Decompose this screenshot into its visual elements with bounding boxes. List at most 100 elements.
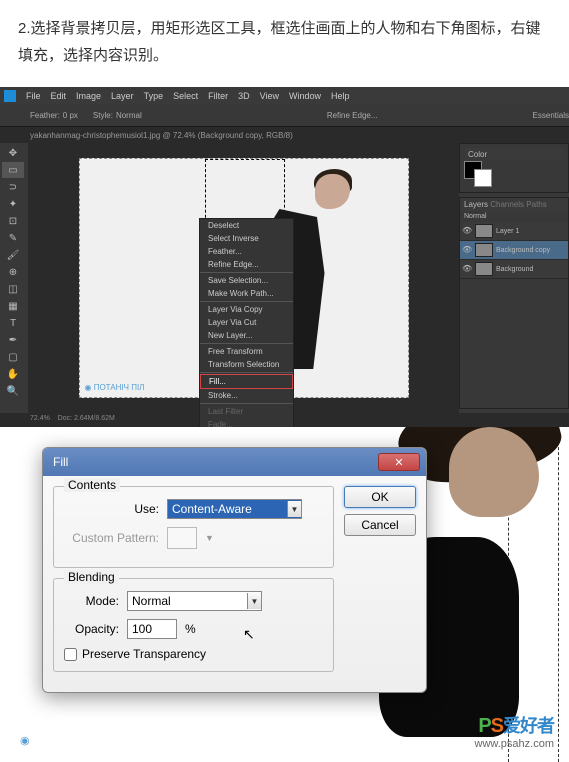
eye-icon[interactable]: 👁 [462, 264, 472, 274]
style-value[interactable]: Normal [116, 111, 142, 120]
layer-row-bg-copy[interactable]: 👁 Background copy [460, 241, 568, 260]
photoshop-window: File Edit Image Layer Type Select Filter… [0, 87, 569, 427]
menu-layer-via-cut[interactable]: Layer Via Cut [200, 316, 293, 329]
lasso-tool[interactable]: ⊃ [2, 179, 24, 195]
blending-fieldset: Blending Mode: Normal ▼ Opacity: % [53, 578, 334, 672]
menu-file[interactable]: File [26, 91, 41, 101]
layers-panel: Layers Channels Paths Normal 👁 Layer 1 👁… [459, 197, 569, 409]
eraser-tool[interactable]: ◫ [2, 281, 24, 297]
color-panel-header: Color [464, 148, 564, 161]
menu-stroke[interactable]: Stroke... [200, 389, 293, 402]
canvas-watermark: ◉ ПОТАНІЧ ПІЛ [85, 383, 145, 392]
fill-dialog: Fill ✕ Contents Use: Content-Aware ▼ Cus… [42, 447, 427, 693]
menu-feather[interactable]: Feather... [200, 245, 293, 258]
menu-deselect[interactable]: Deselect [200, 219, 293, 232]
menu-refine-edge[interactable]: Refine Edge... [200, 258, 293, 271]
feather-label: Feather: [30, 111, 60, 120]
opacity-unit: % [185, 622, 196, 636]
options-bar: Feather:0 px Style:Normal Refine Edge...… [0, 105, 569, 127]
chevron-down-icon: ▼ [247, 593, 261, 609]
instruction-text: 2.选择背景拷贝层，用矩形选区工具，框选住画面上的人物和右下角图标，右键填充，选… [0, 0, 569, 87]
panels-area: Color Layers Channels Paths Normal 👁 Lay… [459, 143, 569, 413]
menu-3d[interactable]: 3D [238, 91, 250, 101]
background-color[interactable] [474, 169, 492, 187]
crop-tool[interactable]: ⊡ [2, 213, 24, 229]
site-url: www.psahz.com [475, 738, 554, 750]
site-watermark: PS爱好者 www.psahz.com [475, 712, 554, 750]
menu-fade: Fade... [200, 418, 293, 427]
menu-new-layer[interactable]: New Layer... [200, 329, 293, 342]
doc-size: Doc: 2.64M/8.62M [58, 415, 115, 422]
pattern-swatch [167, 527, 197, 549]
contents-legend: Contents [64, 478, 120, 492]
eye-icon[interactable]: 👁 [462, 226, 472, 236]
menu-window[interactable]: Window [289, 91, 321, 101]
menu-items: File Edit Image Layer Type Select Filter… [26, 91, 350, 101]
use-dropdown[interactable]: Content-Aware ▼ [167, 499, 302, 519]
menu-layer[interactable]: Layer [111, 91, 134, 101]
chevron-down-icon: ▼ [287, 501, 301, 517]
dialog-titlebar[interactable]: Fill ✕ [43, 448, 426, 476]
text-tool[interactable]: T [2, 315, 24, 331]
feather-value[interactable]: 0 px [63, 111, 78, 120]
blend-mode[interactable]: Normal [460, 211, 568, 222]
close-button[interactable]: ✕ [378, 453, 420, 471]
canvas-area: ◉ ПОТАНІЧ ПІЛ Deselect Select Inverse Fe… [28, 143, 459, 413]
menu-layer-via-copy[interactable]: Layer Via Copy [200, 303, 293, 316]
eye-icon[interactable]: 👁 [462, 245, 472, 255]
pen-tool[interactable]: ✒ [2, 332, 24, 348]
eyedropper-tool[interactable]: ✎ [2, 230, 24, 246]
preserve-label: Preserve Transparency [82, 647, 206, 661]
menu-select-inverse[interactable]: Select Inverse [200, 232, 293, 245]
tools-panel: ✥ ▭ ⊃ ✦ ⊡ ✎ 🖌 ⊕ ◫ ▦ T ✒ ▢ ✋ 🔍 [0, 143, 28, 413]
cancel-button[interactable]: Cancel [344, 514, 416, 536]
menu-bar: File Edit Image Layer Type Select Filter… [0, 87, 569, 105]
menu-select[interactable]: Select [173, 91, 198, 101]
mode-label: Mode: [64, 594, 119, 608]
stamp-tool[interactable]: ⊕ [2, 264, 24, 280]
move-tool[interactable]: ✥ [2, 145, 24, 161]
opacity-input[interactable] [127, 619, 177, 639]
menu-filter[interactable]: Filter [208, 91, 228, 101]
menu-edit[interactable]: Edit [51, 91, 67, 101]
pattern-label: Custom Pattern: [64, 531, 159, 545]
gradient-tool[interactable]: ▦ [2, 298, 24, 314]
menu-free-transform[interactable]: Free Transform [200, 345, 293, 358]
menu-save-selection[interactable]: Save Selection... [200, 274, 293, 287]
menu-image[interactable]: Image [76, 91, 101, 101]
layer-row-bg[interactable]: 👁 Background [460, 260, 568, 279]
marquee-tool[interactable]: ▭ [2, 162, 24, 178]
menu-help[interactable]: Help [331, 91, 350, 101]
hand-tool[interactable]: ✋ [2, 366, 24, 382]
menu-view[interactable]: View [260, 91, 279, 101]
brush-tool[interactable]: 🖌 [2, 247, 24, 263]
color-panel: Color [459, 143, 569, 193]
ok-button[interactable]: OK [344, 486, 416, 508]
selection-edge [558, 427, 559, 762]
opacity-label: Opacity: [64, 622, 119, 636]
use-label: Use: [64, 502, 159, 516]
document-tab[interactable]: yakanhanmag-christophemusiol1.jpg @ 72.4… [30, 131, 293, 140]
screenshot-1: File Edit Image Layer Type Select Filter… [0, 87, 569, 762]
blending-legend: Blending [64, 570, 119, 584]
zoom-tool[interactable]: 🔍 [2, 383, 24, 399]
wand-tool[interactable]: ✦ [2, 196, 24, 212]
menu-last-filter: Last Filter [200, 405, 293, 418]
refine-edge-button[interactable]: Refine Edge... [327, 111, 378, 120]
menu-make-work-path[interactable]: Make Work Path... [200, 287, 293, 300]
dialog-title: Fill [53, 455, 68, 469]
menu-type[interactable]: Type [144, 91, 164, 101]
zoom-level[interactable]: 72.4% [30, 415, 50, 422]
layers-panel-header: Layers Channels Paths [460, 198, 568, 211]
preserve-checkbox[interactable] [64, 648, 77, 661]
canvas-watermark: ◉ [20, 734, 30, 747]
context-menu: Deselect Select Inverse Feather... Refin… [199, 218, 294, 427]
workspace-essentials[interactable]: Essentials [533, 111, 569, 120]
shape-tool[interactable]: ▢ [2, 349, 24, 365]
document-tabs: yakanhanmag-christophemusiol1.jpg @ 72.4… [0, 127, 569, 143]
menu-fill[interactable]: Fill... [200, 374, 293, 389]
chevron-down-icon: ▼ [205, 533, 214, 543]
mode-dropdown[interactable]: Normal ▼ [127, 591, 262, 611]
layer-row-1[interactable]: 👁 Layer 1 [460, 222, 568, 241]
menu-transform-selection[interactable]: Transform Selection [200, 358, 293, 371]
